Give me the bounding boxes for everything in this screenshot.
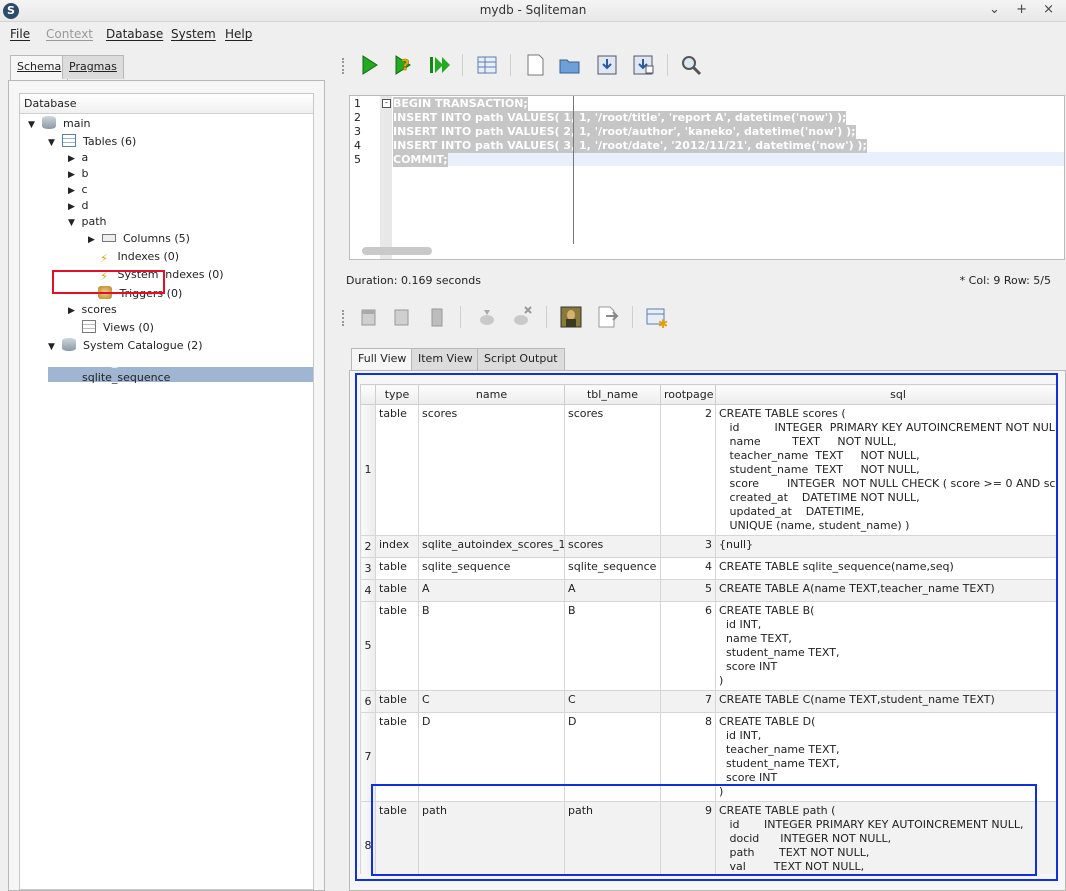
tree-node-tables[interactable]: ▼ Tables (6) (48, 134, 136, 151)
tree-node-table-b[interactable]: ▶ b (68, 167, 88, 184)
result-toolbar: ✱ (338, 298, 1066, 338)
database-icon (41, 116, 56, 129)
toolbar-grip[interactable] (342, 310, 346, 326)
menu-context[interactable]: Context (46, 27, 93, 41)
tree-node-table-c[interactable]: ▶ c (68, 183, 88, 200)
tree-node-sqlite-sequence[interactable]: sqlite_sequence (82, 371, 170, 388)
lightning-icon: ⚡ (100, 252, 108, 265)
blue-highlight-box-path-row (371, 784, 1037, 876)
code-line[interactable]: COMMIT; (393, 153, 448, 167)
duplicate-row-icon[interactable] (388, 304, 414, 330)
window-title: mydb - Sqliteman (479, 3, 587, 17)
expand-arrow-icon[interactable]: ▼ (28, 120, 38, 130)
expand-arrow-icon[interactable]: ▼ (48, 138, 58, 148)
line-number: 4 (354, 139, 361, 152)
toolbar-grip[interactable] (342, 58, 346, 74)
database-icon (61, 338, 76, 351)
save-as-icon[interactable] (630, 52, 656, 78)
title-bar: S mydb - Sqliteman ⌄ + × (0, 0, 1066, 22)
export-data-icon[interactable] (594, 304, 620, 330)
tree-node-table-path[interactable]: ▼ path (68, 215, 107, 232)
window-controls[interactable]: ⌄ + × (989, 2, 1060, 17)
code-line[interactable]: INSERT INTO path VALUES( 3, 1, '/root/da… (393, 139, 867, 153)
duration-label: Duration: 0.169 seconds (346, 274, 481, 287)
code-line[interactable]: INSERT INTO path VALUES( 1, 1, '/root/ti… (393, 111, 847, 125)
line-number: 1 (354, 97, 361, 110)
tab-script-output[interactable]: Script Output (477, 348, 565, 370)
tree-node-table-d[interactable]: ▶ d (68, 199, 88, 216)
tab-schema[interactable]: Schema (10, 55, 69, 81)
fold-toggle-icon[interactable]: - (382, 99, 391, 108)
table-grid-icon[interactable] (474, 52, 500, 78)
tree-header: Database (20, 94, 313, 114)
horizontal-scrollbar[interactable] (352, 245, 1062, 257)
menu-bar: File Context Database System Help (0, 24, 1066, 44)
schema-tree[interactable]: Database ▼ main ▼ Tables (6) ▶ a ▶ b ▶ c… (19, 93, 314, 890)
explain-query-icon[interactable]: ? (391, 52, 417, 78)
menu-database[interactable]: Database (106, 27, 163, 41)
insert-row-icon[interactable] (356, 304, 382, 330)
collapse-arrow-icon[interactable]: ▶ (68, 170, 78, 180)
expand-arrow-icon[interactable]: ▼ (48, 342, 58, 352)
run-script-icon[interactable] (427, 52, 453, 78)
table-icon (61, 134, 76, 147)
tree-node-columns[interactable]: ▶ Columns (5) (88, 232, 190, 249)
main-toolbar: ? (338, 46, 1066, 84)
line-number: 3 (354, 125, 361, 138)
menu-system[interactable]: System (171, 27, 216, 41)
code-line[interactable]: BEGIN TRANSACTION; (393, 97, 528, 111)
collapse-arrow-icon[interactable]: ▶ (68, 154, 78, 164)
line-number-gutter: 1 2 3 4 5 (350, 96, 380, 259)
svg-text:✱: ✱ (658, 317, 668, 330)
expand-arrow-icon[interactable]: ▼ (68, 218, 78, 228)
tree-node-views[interactable]: Views (0) (68, 320, 154, 337)
svg-text:?: ? (401, 56, 410, 74)
delete-row-icon[interactable] (424, 304, 450, 330)
schema-panel: Database ▼ main ▼ Tables (6) ▶ a ▶ b ▶ c… (8, 80, 325, 891)
code-line[interactable]: INSERT INTO path VALUES( 2, 1, '/root/au… (393, 125, 856, 139)
collapse-arrow-icon[interactable]: ▶ (68, 306, 78, 316)
line-number: 2 (354, 111, 361, 124)
edge-marker-line (573, 96, 574, 244)
scrollbar-thumb[interactable] (362, 247, 432, 255)
collapse-arrow-icon[interactable]: ▶ (68, 186, 78, 196)
red-highlight-box (52, 270, 165, 294)
tree-node-sqlite-master[interactable]: sqlite_master (82, 355, 156, 372)
splitter-handle[interactable] (330, 44, 338, 891)
tab-full-view[interactable]: Full View (351, 348, 414, 372)
tree-node-system-catalogue[interactable]: ▼ System Catalogue (2) (48, 338, 203, 355)
sql-editor[interactable]: 1 2 3 4 5 - BEGIN TRANSACTION; INSERT IN… (349, 95, 1065, 260)
tree-node-indexes[interactable]: ⚡ Indexes (0) (98, 250, 179, 267)
rollback-icon[interactable] (508, 304, 534, 330)
run-sql-icon[interactable] (356, 52, 382, 78)
tree-node-main[interactable]: ▼ main (28, 116, 90, 133)
new-file-icon[interactable] (522, 52, 548, 78)
collapse-arrow-icon[interactable]: ▶ (68, 202, 78, 212)
menu-help[interactable]: Help (225, 27, 252, 41)
collapse-arrow-icon[interactable]: ▶ (88, 235, 98, 245)
save-file-icon[interactable] (594, 52, 620, 78)
menu-file[interactable]: File (10, 27, 30, 41)
commit-icon[interactable] (474, 304, 500, 330)
tab-pragmas[interactable]: Pragmas (62, 55, 124, 79)
create-view-icon[interactable]: ✱ (644, 304, 670, 330)
search-icon[interactable] (678, 52, 704, 78)
current-line-highlight (393, 152, 1064, 166)
line-number: 5 (354, 153, 361, 166)
columns-icon (101, 234, 116, 242)
tab-item-view[interactable]: Item View (411, 348, 480, 370)
fold-margin: - (380, 96, 392, 259)
tree-node-scores[interactable]: ▶ scores (68, 303, 117, 320)
cursor-position-label: * Col: 9 Row: 5/5 (959, 274, 1051, 287)
image-preview-icon[interactable] (558, 304, 584, 330)
open-folder-icon[interactable] (557, 52, 583, 78)
tree-node-table-a[interactable]: ▶ a (68, 151, 88, 168)
view-icon (81, 320, 96, 333)
